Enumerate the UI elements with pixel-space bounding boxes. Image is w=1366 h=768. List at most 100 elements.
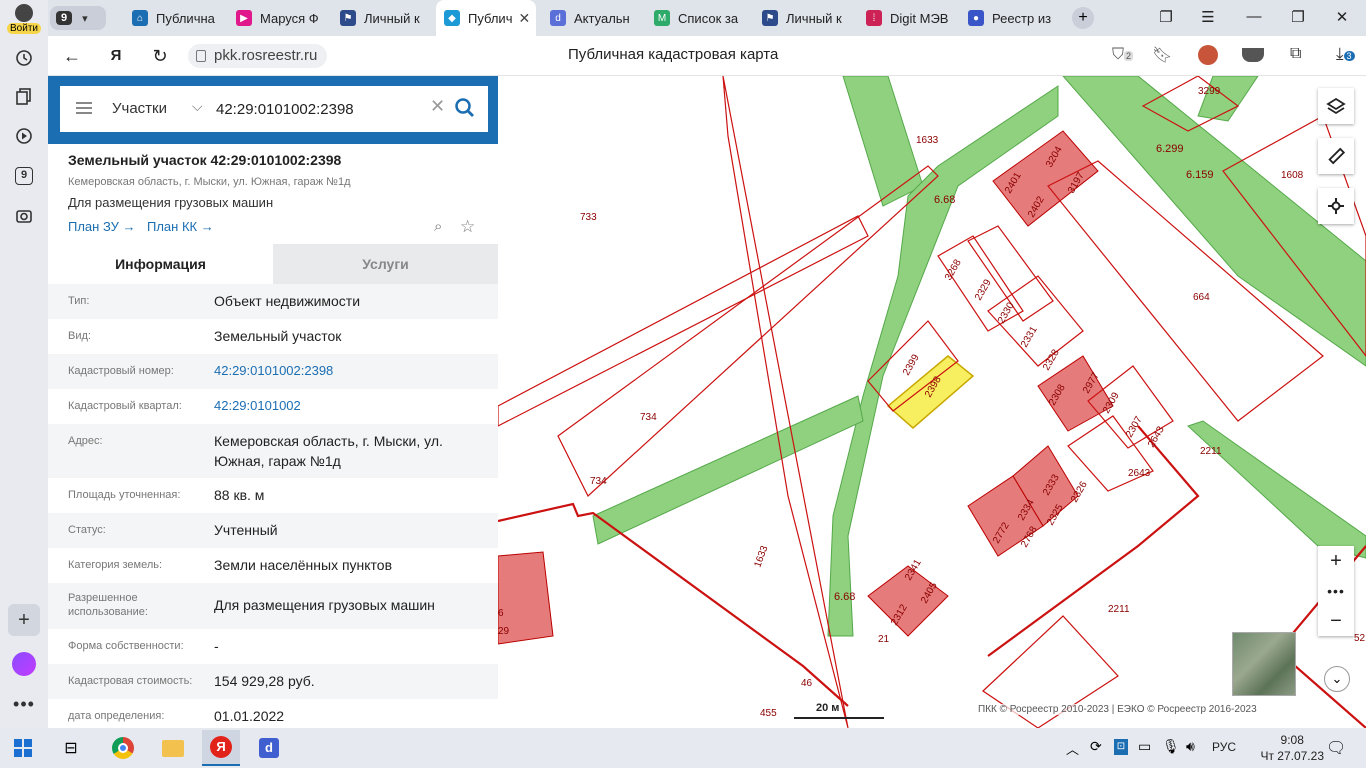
tab-3-active[interactable]: ◆ Публич ✕ (436, 0, 536, 36)
hamburger-menu-icon[interactable] (76, 102, 92, 114)
tab-counter[interactable]: 9 ▾ (50, 6, 106, 30)
attr-value: Кемеровская область, г. Мыски, ул. Южная… (214, 433, 443, 469)
tab-information[interactable]: Информация (48, 244, 273, 284)
tab-label: Реестр из (992, 10, 1052, 26)
more-icon[interactable]: ••• (8, 688, 40, 720)
d-app-icon[interactable]: d (256, 736, 282, 760)
svg-text:2331: 2331 (1019, 324, 1040, 349)
svg-text:2326: 2326 (1069, 479, 1090, 504)
close-tab-icon[interactable]: ✕ (518, 10, 530, 27)
search-input[interactable] (216, 98, 426, 120)
browser-sidebar: Войти 9 + ••• (0, 0, 48, 728)
plan-kk-link[interactable]: План КК → (147, 219, 214, 234)
cadastral-number-link[interactable]: 42:29:0101002:2398 (214, 361, 484, 381)
tab-services[interactable]: Услуги (273, 244, 498, 284)
attr-key: дата определения: (68, 710, 165, 722)
app-nine-icon[interactable]: 9 (8, 160, 40, 192)
collections-icon[interactable] (8, 80, 40, 112)
map-canvas[interactable]: 3299 1633 3204 2401 3197 2402 6.299 6.15… (498, 76, 1366, 728)
app-tray-icon[interactable]: ⊡ (1114, 739, 1128, 755)
search-icon[interactable] (452, 95, 478, 121)
url-field[interactable]: pkk.rosreestr.ru (188, 44, 328, 68)
bookmark-icon[interactable]: 🔖︎ (1152, 45, 1172, 65)
svg-text:455: 455 (760, 708, 777, 719)
extension-icon[interactable] (1198, 45, 1218, 65)
extension-puzzle-icon[interactable]: ⧉ (1290, 45, 1301, 63)
menu-icon[interactable]: ☰ (1198, 8, 1218, 26)
attr-key: Кадастровый номер: (68, 365, 174, 377)
svg-text:1633: 1633 (916, 135, 939, 146)
search-type-select[interactable]: Участки (112, 100, 167, 117)
plan-zu-link[interactable]: План ЗУ → (68, 219, 136, 234)
battery-icon[interactable]: ▭ (1138, 738, 1151, 755)
microphone-icon[interactable]: 🎙︎ (1162, 738, 1180, 755)
video-icon[interactable] (8, 120, 40, 152)
locate-button[interactable] (1318, 188, 1354, 224)
back-icon[interactable]: ← (60, 44, 84, 68)
flag-icon: ⚑ (762, 10, 778, 26)
tab-2[interactable]: ⚑ Личный к (332, 4, 430, 32)
svg-text:2399: 2399 (901, 352, 922, 377)
feature-title: Земельный участок 42:29:0101002:2398 (68, 152, 342, 168)
tab-5[interactable]: M Список за (646, 4, 750, 32)
close-window-icon[interactable]: ✕ (1332, 8, 1352, 26)
new-tab-button[interactable]: + (1072, 7, 1094, 29)
measure-button[interactable] (1318, 138, 1354, 174)
yandex-browser-icon[interactable]: Я (202, 730, 240, 766)
protect-icon[interactable]: ⛉ 2 (1112, 46, 1134, 64)
attr-key: Разрешенное использование: (68, 592, 148, 618)
cadastral-map[interactable]: 3299 1633 3204 2401 3197 2402 6.299 6.15… (498, 76, 1366, 728)
task-view-icon[interactable]: ⊟ (58, 736, 84, 760)
login-button[interactable]: Войти (4, 4, 44, 34)
clock[interactable]: 9:08 Чт 27.07.23 (1260, 732, 1324, 764)
star-icon[interactable]: ☆ (460, 217, 475, 237)
zoom-out-button[interactable]: − (1318, 606, 1354, 636)
reload-icon[interactable]: ↻ (148, 44, 172, 68)
tab-manager-icon[interactable]: ❐ (1156, 8, 1176, 26)
svg-text:2329: 2329 (973, 277, 994, 302)
svg-text:6.68: 6.68 (934, 194, 955, 206)
language-indicator[interactable]: РУС (1212, 740, 1236, 754)
tab-7[interactable]: ⁞ Digit МЭВ (858, 4, 956, 32)
file-explorer-icon[interactable] (160, 736, 186, 760)
download-icon[interactable]: ⤓ 3 (1336, 44, 1355, 64)
notifications-icon[interactable]: 🗨︎ (1326, 738, 1346, 758)
attr-key: Кадастровая стоимость: (68, 675, 193, 687)
tab-4[interactable]: d Актуальн (542, 4, 640, 32)
restore-icon[interactable]: ❐ (1288, 8, 1308, 26)
tab-8[interactable]: ● Реестр из (960, 4, 1060, 32)
dots-icon: ⁞ (866, 10, 882, 26)
add-panel-button[interactable]: + (8, 604, 40, 636)
tab-0[interactable]: ⌂ Публична (124, 4, 222, 32)
svg-text:6.68: 6.68 (834, 591, 855, 603)
chevron-down-icon[interactable]: ⌵ (192, 98, 203, 115)
screenshot-icon[interactable] (8, 200, 40, 232)
svg-text:6.299: 6.299 (1156, 143, 1184, 155)
windows-start-icon[interactable] (10, 736, 36, 760)
login-label: Войти (7, 23, 41, 34)
tray-chevron-up-icon[interactable]: ︿ (1066, 739, 1079, 758)
attr-key: Форма собственности: (68, 640, 184, 652)
history-icon[interactable] (8, 42, 40, 74)
more-tools-button[interactable]: ••• (1318, 576, 1354, 606)
tab-6[interactable]: ⚑ Личный к (754, 4, 852, 32)
tab-1[interactable]: ▶ Маруся Ф (228, 4, 326, 32)
svg-text:2643: 2643 (1146, 424, 1167, 449)
yandex-icon[interactable]: Я (104, 44, 128, 68)
zoom-in-button[interactable]: + (1318, 546, 1354, 576)
zoom-to-object-icon[interactable]: ⌕ (434, 218, 442, 235)
tray-icon[interactable] (1242, 48, 1264, 62)
layers-button[interactable] (1318, 88, 1354, 124)
compass-icon[interactable]: ⌄ (1324, 666, 1350, 692)
layers-icon (1326, 97, 1346, 115)
lock-icon (196, 50, 206, 62)
basemap-switcher[interactable] (1232, 632, 1296, 696)
chrome-icon[interactable] (110, 736, 136, 760)
cadastral-quarter-link[interactable]: 42:29:0101002 (214, 396, 484, 416)
minimize-icon[interactable]: — (1244, 8, 1264, 25)
volume-icon[interactable]: 🔊︎ (1186, 738, 1195, 755)
attr-key: Тип: (68, 295, 90, 307)
alice-icon[interactable] (8, 648, 40, 680)
clear-icon[interactable]: ✕ (430, 96, 445, 117)
sync-icon[interactable]: ⟳ (1090, 738, 1102, 755)
